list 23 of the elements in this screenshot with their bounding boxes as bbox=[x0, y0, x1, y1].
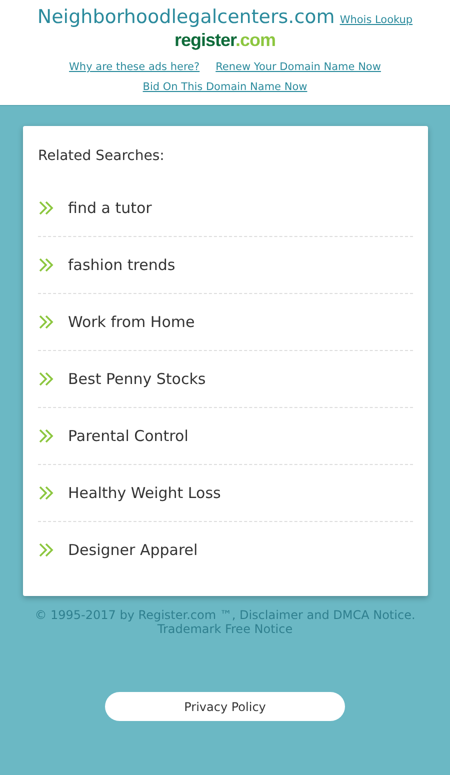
double-chevron-icon bbox=[38, 428, 54, 444]
search-link[interactable]: Best Penny Stocks bbox=[38, 351, 413, 408]
search-link[interactable]: fashion trends bbox=[38, 237, 413, 294]
search-link[interactable]: Healthy Weight Loss bbox=[38, 465, 413, 522]
header-link[interactable]: Bid On This Domain Name Now bbox=[142, 81, 308, 93]
domain-title: Neighborhoodlegalcenters.com bbox=[37, 6, 335, 28]
register-logo: register.com bbox=[174, 30, 276, 51]
search-link[interactable]: Parental Control bbox=[38, 408, 413, 465]
privacy-policy-button[interactable]: Privacy Policy bbox=[105, 692, 345, 721]
search-link[interactable]: Designer Apparel bbox=[38, 522, 413, 578]
double-chevron-icon bbox=[38, 485, 54, 501]
whois-link[interactable]: Whois Lookup bbox=[340, 14, 413, 26]
double-chevron-icon bbox=[38, 257, 54, 273]
copyright-text: © 1995-2017 by Register.com ™, Disclaimer and DMCA Notice. bbox=[34, 608, 416, 622]
double-chevron-icon bbox=[38, 542, 54, 558]
double-chevron-icon bbox=[38, 314, 54, 330]
search-link[interactable]: Work from Home bbox=[38, 294, 413, 351]
header-link[interactable]: Renew Your Domain Name Now bbox=[216, 61, 381, 73]
related-searches-title: Related Searches: bbox=[38, 148, 166, 164]
double-chevron-icon bbox=[38, 371, 54, 387]
header-link[interactable]: Why are these ads here? bbox=[69, 61, 200, 73]
double-chevron-icon bbox=[38, 200, 54, 216]
search-link[interactable]: find a tutor bbox=[38, 180, 413, 237]
